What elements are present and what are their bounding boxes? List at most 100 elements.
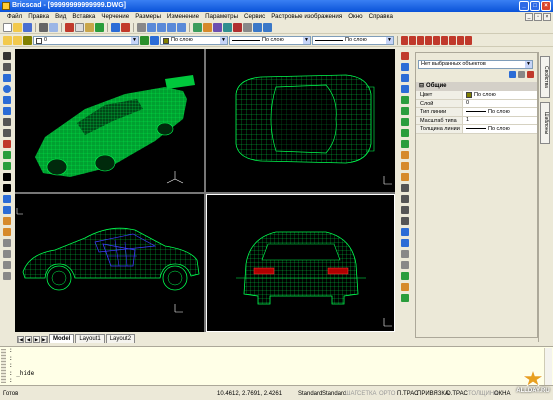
trim-icon[interactable] — [401, 162, 409, 170]
menu-tools[interactable]: Сервис — [241, 12, 268, 22]
copy-icon[interactable] — [75, 23, 84, 32]
lengthen-icon[interactable] — [401, 151, 409, 159]
save-icon[interactable] — [23, 23, 32, 32]
group-general[interactable]: ⊟ Общие — [416, 82, 537, 91]
xline-icon[interactable] — [3, 228, 11, 236]
properties-icon[interactable] — [243, 23, 252, 32]
redo-icon[interactable] — [121, 23, 130, 32]
extend-icon[interactable] — [401, 173, 409, 181]
offset-icon[interactable] — [401, 85, 409, 93]
mtext-icon[interactable] — [3, 184, 11, 192]
circle-icon[interactable] — [3, 85, 11, 93]
color-select[interactable]: По слою ▼ — [160, 36, 228, 45]
minimize-button[interactable]: _ — [519, 1, 529, 11]
tab-model[interactable]: Model — [49, 334, 75, 343]
cut-icon[interactable] — [65, 23, 74, 32]
doc-close-button[interactable]: × — [543, 13, 551, 21]
viewport-isometric[interactable] — [15, 49, 204, 192]
ray-icon[interactable] — [3, 239, 11, 247]
hatch-icon[interactable] — [3, 151, 11, 159]
property-row[interactable]: Масштаб типа 1 — [416, 116, 537, 125]
ellipse-icon[interactable] — [3, 96, 11, 104]
tab-properties[interactable]: Свойства — [540, 56, 550, 98]
menu-view[interactable]: Вид — [52, 12, 69, 22]
edit-hatch-icon[interactable] — [401, 261, 409, 269]
chamfer-icon[interactable] — [401, 206, 409, 214]
menu-modify[interactable]: Изменение — [164, 12, 202, 22]
menu-insert[interactable]: Вставка — [69, 12, 98, 22]
property-row[interactable]: Толщина линии По слою — [416, 125, 537, 134]
menu-settings[interactable]: Параметры — [202, 12, 241, 22]
next-tab-button[interactable]: ▶ — [33, 336, 40, 343]
pencil-icon[interactable] — [401, 283, 409, 291]
command-line-grip[interactable] — [1, 349, 6, 383]
polygon-icon[interactable] — [3, 129, 11, 137]
view-icon[interactable] — [193, 23, 202, 32]
lineweight-select[interactable]: По слою ▼ — [312, 36, 394, 45]
linetype-select[interactable]: По слою ▼ — [229, 36, 311, 45]
tab-layout2[interactable]: Layout2 — [105, 334, 136, 343]
layer-color-icon[interactable] — [23, 36, 32, 45]
point-icon[interactable] — [3, 140, 11, 148]
zoom-previous-icon[interactable] — [167, 23, 176, 32]
design-center-icon[interactable] — [253, 23, 262, 32]
fillet-icon[interactable] — [401, 217, 409, 225]
command-line[interactable]: : : : : _hide : — [0, 346, 553, 386]
move-icon[interactable] — [401, 107, 409, 115]
new-file-icon[interactable] — [3, 23, 12, 32]
select-objects-icon[interactable] — [518, 71, 525, 78]
quick-select-icon[interactable] — [509, 71, 516, 78]
tab-templates[interactable]: Шаблоны — [540, 102, 550, 144]
line-icon[interactable] — [3, 52, 11, 60]
edit-polyline-icon[interactable] — [401, 239, 409, 247]
zoom-realtime-icon[interactable] — [147, 23, 156, 32]
snap-node-icon[interactable] — [457, 36, 464, 45]
scale-icon[interactable] — [401, 129, 409, 137]
explode-icon[interactable] — [401, 228, 409, 236]
print-preview-icon[interactable] — [49, 23, 58, 32]
layer-previous-icon[interactable] — [150, 36, 159, 45]
align-icon[interactable] — [401, 272, 409, 280]
hide-icon[interactable] — [223, 23, 232, 32]
prev-tab-button[interactable]: ◀ — [25, 336, 32, 343]
layer-lock-icon[interactable] — [13, 36, 22, 45]
snap-center-icon[interactable] — [425, 36, 432, 45]
revcloud-icon[interactable] — [3, 261, 11, 269]
rotate-icon[interactable] — [401, 118, 409, 126]
viewport-side[interactable] — [15, 194, 204, 332]
insert-block-icon[interactable] — [3, 206, 11, 214]
last-tab-button[interactable]: ▶| — [41, 336, 48, 343]
text-style-status[interactable]: Standard — [298, 389, 322, 400]
spline-icon[interactable] — [3, 107, 11, 115]
arc-icon[interactable] — [3, 74, 11, 82]
property-row[interactable]: Слой 0 — [416, 99, 537, 108]
paste-icon[interactable] — [85, 23, 94, 32]
text-icon[interactable] — [3, 173, 11, 181]
dim-style-status[interactable]: Standard — [322, 389, 346, 400]
snap-perpendicular-icon[interactable] — [449, 36, 456, 45]
property-row[interactable]: Цвет По слою — [416, 91, 537, 100]
tile-toggle[interactable]: ОКНА — [494, 389, 511, 400]
toggle-pickadd-icon[interactable] — [527, 71, 534, 78]
otrack-toggle[interactable]: О.ТРАС — [446, 389, 468, 400]
menu-raster[interactable]: Растровые изображения — [268, 12, 345, 22]
open-folder-icon[interactable] — [13, 23, 22, 32]
snap-nearest-icon[interactable] — [465, 36, 472, 45]
viewport-top[interactable] — [206, 49, 395, 192]
stretch-icon[interactable] — [401, 140, 409, 148]
edit-text-icon[interactable] — [401, 250, 409, 258]
join-icon[interactable] — [401, 195, 409, 203]
table-icon[interactable] — [3, 217, 11, 225]
make-layer-current-icon[interactable] — [140, 36, 149, 45]
menu-edit[interactable]: Правка — [25, 12, 52, 22]
help-icon[interactable] — [263, 23, 272, 32]
layer-state-icon[interactable] — [3, 36, 12, 45]
rectangle-icon[interactable] — [3, 118, 11, 126]
snap-tangent-icon[interactable] — [441, 36, 448, 45]
grid-toggle[interactable]: СЕТКА — [357, 389, 377, 400]
menu-window[interactable]: Окно — [345, 12, 365, 22]
check-icon[interactable] — [401, 294, 409, 302]
break-icon[interactable] — [401, 184, 409, 192]
undo-icon[interactable] — [111, 23, 120, 32]
donut-icon[interactable] — [3, 250, 11, 258]
